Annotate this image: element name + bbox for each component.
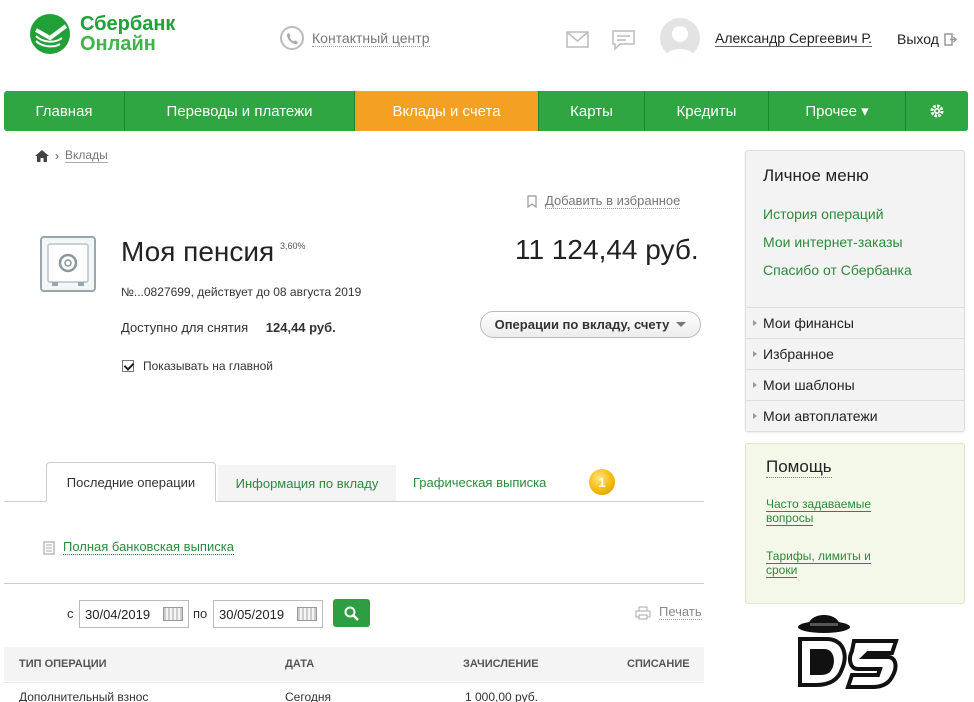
date-to-label: по	[193, 606, 208, 621]
nav-other[interactable]: Прочее ▾	[769, 91, 906, 131]
date-from-label: с	[67, 606, 74, 621]
available-for-withdrawal: Доступно для снятия 124,44 руб.	[121, 320, 336, 335]
logo-line2: Онлайн	[80, 33, 156, 55]
deposit-balance: 11 124,44 руб.	[515, 234, 699, 265]
sberbank-logo[interactable]: Сбербанк Онлайн	[28, 12, 175, 56]
personal-menu-title: Личное меню	[763, 166, 869, 185]
add-to-favorites-link[interactable]: Добавить в избранное	[527, 193, 681, 209]
user-name-link[interactable]: Александр Сергеевич Р.	[715, 31, 873, 47]
logout-label: Выход	[897, 31, 939, 47]
bookmark-icon	[527, 194, 537, 208]
nav-transfers[interactable]: Переводы и платежи	[125, 91, 355, 131]
deposit-account-info: №...0827699, действует до 08 августа 201…	[121, 285, 362, 299]
col-date: ДАТА	[285, 658, 315, 670]
gear-icon	[930, 104, 944, 118]
messages-icon[interactable]	[611, 29, 636, 51]
full-statement-label: Полная банковская выписка	[63, 539, 234, 555]
search-button[interactable]	[333, 599, 370, 627]
available-label: Доступно для снятия	[121, 320, 249, 335]
link-internet-orders[interactable]: Мои интернет-заказы	[763, 234, 903, 250]
date-from-value: 30/04/2019	[85, 606, 151, 622]
print-label: Печать	[659, 604, 702, 620]
settings-button[interactable]	[906, 91, 968, 131]
chevron-down-icon	[676, 322, 687, 327]
home-icon[interactable]	[35, 150, 49, 162]
search-icon	[344, 606, 359, 621]
contact-center-label: Контактный центр	[312, 29, 430, 47]
full-statement-link[interactable]: Полная банковская выписка	[43, 540, 234, 555]
chevron-right-icon	[753, 382, 757, 388]
calendar-icon[interactable]	[163, 607, 183, 621]
personal-menu-panel: Личное меню История операций Мои интерне…	[745, 150, 965, 432]
tariffs-link[interactable]: Тарифы, лимиты и сроки	[766, 549, 886, 578]
logo-line1: Сбербанк	[80, 13, 176, 35]
breadcrumb-separator: ›	[55, 149, 59, 163]
mail-icon[interactable]	[566, 31, 589, 48]
row-date: Сегодня	[285, 690, 331, 702]
tab-recent-operations[interactable]: Последние операции	[46, 462, 216, 502]
tab-graphic-statement[interactable]: Графическая выписка	[413, 475, 546, 490]
col-credit: ЗАЧИСЛЕНИЕ	[463, 658, 539, 670]
logout-icon	[944, 32, 957, 46]
print-link[interactable]: Печать	[635, 605, 702, 620]
date-to-input[interactable]: 30/05/2019	[213, 600, 323, 628]
contact-center-link[interactable]: Контактный центр	[280, 26, 430, 50]
show-on-main-checkbox[interactable]: Показывать на главной	[122, 359, 273, 373]
sidebar-item-finances[interactable]: Мои финансы	[746, 307, 964, 338]
add-to-favorites-label: Добавить в избранное	[545, 193, 681, 209]
available-value: 124,44 руб.	[265, 320, 336, 335]
breadcrumb-deposits[interactable]: Вклады	[65, 149, 108, 163]
ds-watermark-logo	[798, 615, 899, 689]
sidebar-item-label: Мои автоплатежи	[763, 408, 878, 424]
operations-table-header: ТИП ОПЕРАЦИИ ДАТА ЗАЧИСЛЕНИЕ СПИСАНИЕ	[4, 647, 704, 681]
safe-icon	[40, 236, 96, 292]
chevron-right-icon	[753, 320, 757, 326]
checkbox-checked[interactable]	[122, 360, 134, 372]
document-icon	[43, 540, 55, 555]
row-operation-type: Дополнительный взнос	[19, 690, 149, 702]
coin-badge-icon[interactable]: 1	[589, 469, 615, 495]
sidebar-item-autopayments[interactable]: Мои автоплатежи	[746, 400, 964, 431]
row-credit: 1 000,00 руб.	[465, 690, 538, 702]
sidebar-item-label: Избранное	[763, 346, 834, 362]
table-row[interactable]: Дополнительный взнос Сегодня 1 000,00 ру…	[4, 682, 704, 702]
tab-deposit-info[interactable]: Информация по вкладу	[218, 465, 396, 501]
calendar-icon[interactable]	[297, 607, 317, 621]
logout-link[interactable]: Выход	[897, 31, 957, 47]
date-to-value: 30/05/2019	[219, 606, 285, 622]
sidebar-item-templates[interactable]: Мои шаблоны	[746, 369, 964, 400]
chevron-right-icon	[753, 413, 757, 419]
show-on-main-label: Показывать на главной	[143, 359, 274, 373]
date-from-input[interactable]: 30/04/2019	[79, 600, 189, 628]
chevron-right-icon	[753, 351, 757, 357]
link-operations-history[interactable]: История операций	[763, 206, 884, 222]
divider	[4, 583, 704, 584]
help-panel: Помощь Часто задаваемые вопросы Тарифы, …	[745, 443, 965, 604]
sidebar-item-favorites[interactable]: Избранное	[746, 338, 964, 369]
faq-link[interactable]: Часто задаваемые вопросы	[766, 497, 886, 526]
col-operation-type: ТИП ОПЕРАЦИИ	[19, 658, 107, 670]
breadcrumb: › Вклады	[35, 149, 108, 163]
col-debit: СПИСАНИЕ	[627, 658, 690, 670]
main-navigation: Главная Переводы и платежи Вклады и счет…	[4, 91, 968, 131]
printer-icon	[635, 606, 651, 619]
phone-icon	[280, 26, 304, 50]
deposit-title: Моя пенсия	[121, 236, 275, 267]
nav-deposits[interactable]: Вклады и счета	[355, 91, 539, 131]
user-avatar[interactable]	[660, 18, 700, 58]
nav-cards[interactable]: Карты	[539, 91, 645, 131]
nav-credits[interactable]: Кредиты	[645, 91, 769, 131]
sidebar-item-label: Мои шаблоны	[763, 377, 855, 393]
nav-home[interactable]: Главная	[4, 91, 125, 131]
sberbank-logo-icon	[30, 14, 70, 54]
link-spasibo[interactable]: Спасибо от Сбербанка	[763, 262, 912, 278]
help-title[interactable]: Помощь	[766, 457, 832, 478]
deposit-operations-button[interactable]: Операции по вкладу, счету	[480, 311, 701, 338]
deposit-rate: 3,60%	[280, 241, 306, 251]
deposit-operations-label: Операции по вкладу, счету	[494, 317, 670, 332]
sidebar-item-label: Мои финансы	[763, 315, 854, 331]
